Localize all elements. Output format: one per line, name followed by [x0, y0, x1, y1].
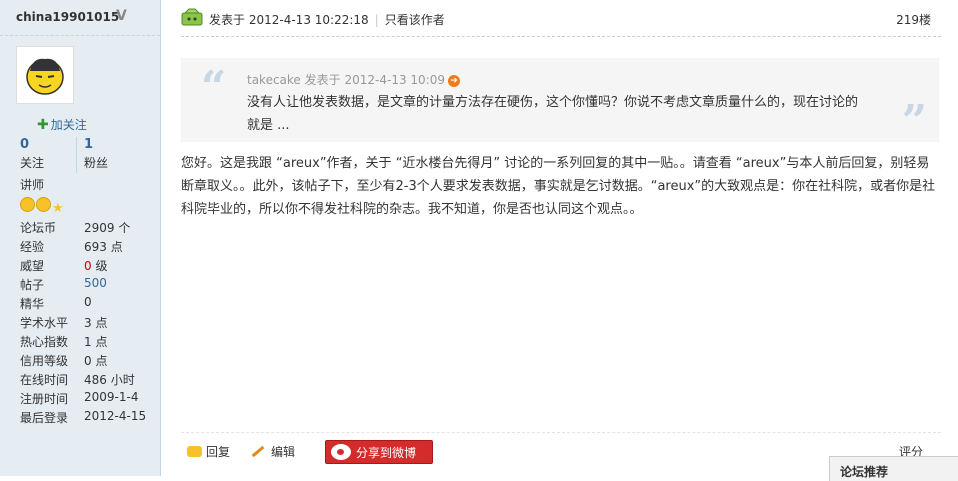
info-key: 威望: [20, 259, 45, 273]
post-status-icon: [181, 8, 203, 26]
stat-divider: [76, 137, 77, 173]
header-divider: [181, 36, 941, 37]
reply-button[interactable]: 回复: [187, 443, 230, 460]
sun-icon: [36, 197, 51, 212]
info-value: 486 小时: [84, 373, 135, 387]
user-stats: 0 关注 1 粉丝: [20, 137, 160, 173]
info-key: 学术水平: [20, 316, 69, 330]
user-rank: 讲师: [20, 178, 45, 192]
post-body: 您好。这是我跟 “areux”作者，关于 “近水楼台先得月” 讨论的一系列回复的…: [181, 156, 936, 217]
follow-label: 加关注: [50, 118, 87, 132]
only-author-link[interactable]: 只看该作者: [385, 13, 445, 27]
pencil-icon: [251, 445, 265, 458]
footer-divider: [181, 432, 941, 433]
share-weibo-label: 分享到微博: [356, 446, 417, 460]
edit-button[interactable]: 编辑: [251, 443, 295, 460]
quote-time: 2012-4-13 10:09: [344, 73, 446, 87]
follow-stat-label: 关注: [20, 156, 45, 170]
username[interactable]: china19901015: [16, 10, 119, 24]
reply-label: 回复: [206, 445, 231, 459]
fans-stat[interactable]: 1 粉丝: [84, 137, 108, 171]
quote-block: “ takecake 发表于 2012-4-13 10:09 ➜ 没有人让他发表数…: [181, 58, 939, 147]
quote-prefix: 发表于: [304, 73, 341, 87]
open-quote-icon: “: [201, 62, 227, 113]
share-weibo-button[interactable]: 分享到微博: [325, 440, 433, 464]
divider: |: [374, 13, 379, 27]
quote-author: takecake: [247, 73, 301, 87]
info-value: 0 点: [84, 354, 108, 368]
reply-icon: [187, 446, 202, 457]
sidebar-divider: [0, 35, 160, 36]
info-value: 3 点: [84, 316, 108, 330]
sun-icon: [20, 197, 35, 212]
floor-number[interactable]: 219楼: [896, 11, 931, 28]
posted-prefix: 发表于: [209, 13, 246, 27]
post-header: 发表于 2012-4-13 10:22:18 | 只看该作者 219楼: [181, 8, 941, 28]
quote-text: 没有人让他发表数据，是文章的计量方法存在硬伤，这个你懂吗？你说不考虑文章质量什么…: [247, 95, 859, 133]
prestige-number: 0: [84, 259, 92, 273]
info-key: 热心指数: [20, 335, 69, 349]
forum-recommend-popup[interactable]: 论坛推荐: [829, 456, 958, 481]
follow-stat[interactable]: 0 关注: [20, 137, 44, 171]
follow-count: 0: [20, 137, 30, 152]
info-value: 0: [84, 295, 92, 309]
posts-count-link[interactable]: 500: [84, 276, 107, 290]
user-sidebar: china19901015 V ✚ 加关注 0 关注 1 粉丝 讲师 ★ 论坛币 2…: [0, 0, 161, 476]
star-icon: ★: [52, 201, 64, 216]
fans-stat-label: 粉丝: [84, 156, 109, 170]
popup-title: 论坛推荐: [840, 465, 889, 479]
info-key: 精华: [20, 297, 45, 311]
close-quote-icon: ”: [901, 96, 927, 147]
verified-icon: V: [116, 8, 127, 24]
info-key: 在线时间: [20, 373, 69, 387]
posted-time: 2012-4-13 10:22:18: [248, 13, 369, 27]
avatar[interactable]: [16, 46, 74, 104]
post-actions: 回复 编辑 分享到微博 评分: [181, 440, 941, 464]
plus-icon: ✚: [37, 117, 49, 133]
info-value: 693 点: [84, 240, 123, 254]
info-value: 2909 个: [84, 221, 131, 235]
info-value: 2012-4-15: [84, 409, 147, 423]
info-value: 0 级: [84, 257, 107, 274]
info-key: 论坛币: [20, 221, 57, 235]
info-key: 经验: [20, 240, 45, 254]
info-value: 2009-1-4: [84, 390, 139, 404]
quote-meta: takecake 发表于 2012-4-13 10:09 ➜: [247, 71, 460, 88]
edit-label: 编辑: [271, 445, 296, 459]
post-meta: 发表于 2012-4-13 10:22:18 | 只看该作者: [209, 11, 445, 28]
info-key: 信用等级: [20, 354, 69, 368]
rank-stars: ★: [20, 197, 66, 215]
info-key: 注册时间: [20, 392, 69, 406]
weibo-icon: [331, 444, 351, 460]
info-key: 帖子: [20, 278, 45, 292]
goto-post-icon[interactable]: ➜: [448, 75, 460, 87]
post-main: 发表于 2012-4-13 10:22:18 | 只看该作者 219楼 “ take…: [161, 0, 958, 481]
fans-count: 1: [84, 137, 94, 152]
info-value: 1 点: [84, 335, 108, 349]
info-key: 最后登录: [20, 411, 69, 425]
follow-button[interactable]: ✚ 加关注: [37, 116, 87, 133]
prestige-unit: 级: [91, 259, 108, 273]
